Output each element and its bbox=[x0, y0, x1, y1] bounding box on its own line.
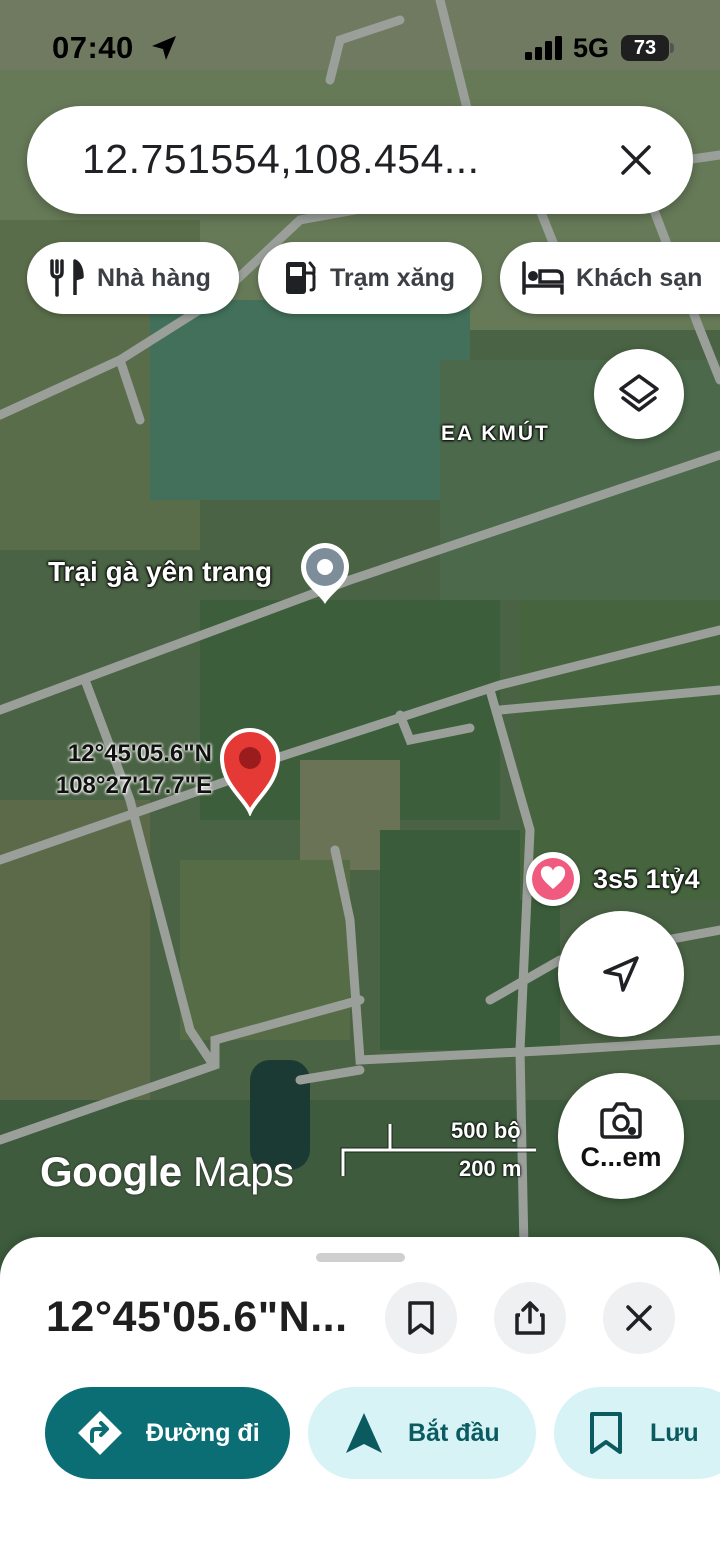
camera-icon bbox=[600, 1101, 642, 1139]
pin-longitude: 108°27'17.7"E bbox=[55, 772, 212, 799]
close-sheet-button[interactable] bbox=[603, 1282, 675, 1354]
pin-coordinates-label: 12°45'05.6"N 108°27'17.7"E bbox=[20, 738, 212, 802]
close-icon[interactable] bbox=[619, 143, 653, 177]
hotel-icon bbox=[520, 258, 566, 298]
area-label: EA KMÚT bbox=[441, 422, 550, 445]
directions-icon bbox=[78, 1411, 122, 1455]
chip-restaurants[interactable]: Nhà hàng bbox=[27, 242, 239, 314]
chip-label: Trạm xăng bbox=[330, 263, 456, 292]
pin-latitude: 12°45'05.6"N bbox=[67, 740, 212, 767]
location-arrow-icon bbox=[152, 36, 176, 60]
logo-google-text: Google bbox=[40, 1148, 182, 1195]
share-icon bbox=[515, 1301, 545, 1335]
scale-feet-label: 500 bộ bbox=[451, 1118, 521, 1143]
battery-level: 73 bbox=[633, 36, 657, 59]
restaurant-icon bbox=[47, 258, 87, 298]
place-bottom-sheet[interactable]: 12°45'05.6"N... Đường đi Bắt đầu Lưu bbox=[0, 1237, 720, 1559]
share-button[interactable] bbox=[494, 1282, 566, 1354]
navigation-start-icon bbox=[346, 1413, 382, 1453]
status-time: 07:40 bbox=[52, 30, 134, 65]
logo-maps-text: Maps bbox=[192, 1148, 294, 1195]
place-marker[interactable] bbox=[298, 540, 352, 606]
network-type: 5G bbox=[573, 33, 610, 63]
saved-place-label[interactable]: 3s5 1tỷ4 bbox=[593, 864, 700, 895]
heart-icon bbox=[532, 858, 574, 900]
battery-icon: 73 bbox=[621, 35, 669, 61]
place-label[interactable]: Trại gà yên trang bbox=[48, 556, 272, 588]
sheet-title: 12°45'05.6"N... bbox=[46, 1293, 348, 1341]
gas-station-icon bbox=[280, 258, 320, 298]
start-label: Bắt đầu bbox=[408, 1418, 500, 1447]
save-button[interactable]: Lưu bbox=[554, 1387, 720, 1479]
directions-button[interactable]: Đường đi bbox=[45, 1387, 290, 1479]
google-maps-logo: Google Maps bbox=[40, 1148, 294, 1196]
chip-label: Nhà hàng bbox=[97, 263, 211, 292]
red-pin-icon bbox=[219, 728, 281, 818]
signal-icon bbox=[525, 36, 562, 60]
lens-camera-button[interactable]: C...em bbox=[558, 1073, 684, 1199]
battery-tip bbox=[670, 43, 674, 53]
saved-place-marker[interactable] bbox=[526, 852, 580, 906]
bookmark-icon bbox=[408, 1301, 434, 1335]
navigation-arrow-icon bbox=[603, 956, 639, 992]
search-query[interactable]: 12.751554,108.454... bbox=[82, 136, 480, 183]
dropped-pin[interactable] bbox=[218, 726, 282, 818]
bookmark-icon bbox=[590, 1412, 622, 1454]
layers-icon bbox=[619, 374, 659, 412]
layers-button[interactable] bbox=[594, 349, 684, 439]
directions-label: Đường đi bbox=[146, 1418, 260, 1447]
chip-label: Khách sạn bbox=[576, 263, 703, 292]
sheet-drag-handle[interactable] bbox=[316, 1253, 405, 1262]
place-pin-icon bbox=[301, 543, 349, 604]
status-bar: 07:40 5G 73 bbox=[0, 0, 720, 90]
my-location-button[interactable] bbox=[558, 911, 684, 1037]
scale-meters-label: 200 m bbox=[459, 1156, 522, 1181]
save-icon-button[interactable] bbox=[385, 1282, 457, 1354]
start-button[interactable]: Bắt đầu bbox=[308, 1387, 536, 1479]
camera-label: C...em bbox=[580, 1141, 662, 1172]
save-label: Lưu bbox=[650, 1418, 699, 1447]
chip-hotels[interactable]: Khách sạn bbox=[500, 242, 720, 314]
search-bar[interactable]: 12.751554,108.454... bbox=[27, 106, 693, 214]
close-icon bbox=[626, 1305, 652, 1331]
chip-gas-stations[interactable]: Trạm xăng bbox=[258, 242, 482, 314]
